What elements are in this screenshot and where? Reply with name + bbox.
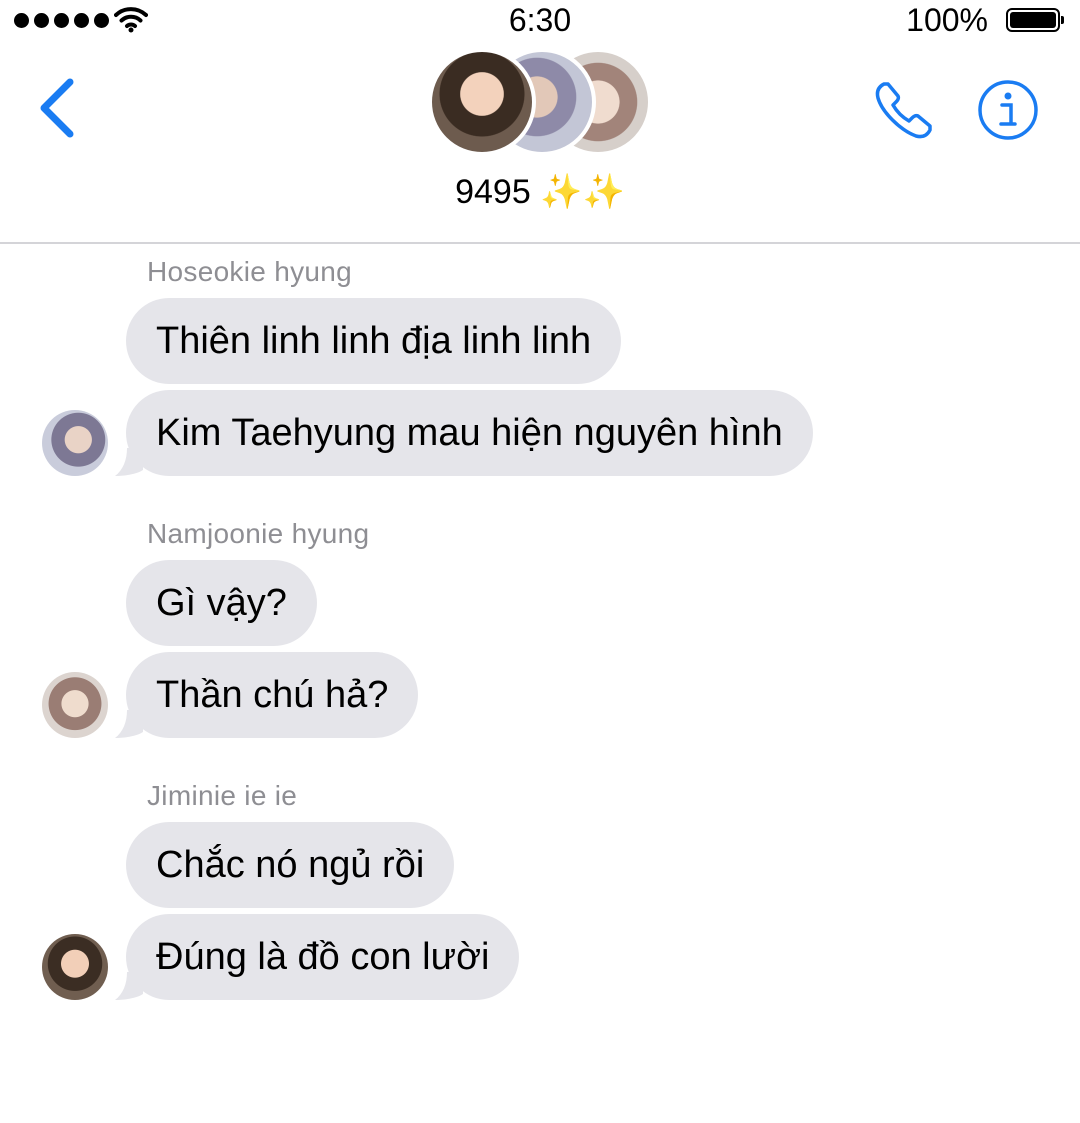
back-chevron-icon[interactable] <box>30 72 90 142</box>
bubble-tail-icon <box>115 448 143 476</box>
group-avatars[interactable] <box>428 44 658 162</box>
conversation-header: 9495 ✨✨ <box>0 44 1080 244</box>
avatar[interactable] <box>42 672 108 738</box>
sender-name: Namjoonie hyung <box>147 518 370 549</box>
status-bar: 6:30 100% <box>0 0 1080 44</box>
message-bubble[interactable]: Đúng là đồ con lười <box>126 914 520 1000</box>
group-avatar-1 <box>428 48 536 156</box>
sender-name: Jiminie ie ie <box>147 780 298 811</box>
message-bubble[interactable]: Kim Taehyung mau hiện nguyên hình <box>126 390 813 476</box>
info-icon[interactable] <box>976 78 1040 142</box>
avatar[interactable] <box>42 410 108 476</box>
avatar[interactable] <box>42 934 108 1000</box>
bubble-tail-icon <box>115 710 143 738</box>
bubble-tail-icon <box>115 972 143 1000</box>
sender-name: Hoseokie hyung <box>147 256 352 287</box>
battery-icon <box>1006 8 1064 32</box>
message-bubble[interactable]: Chắc nó ngủ rồi <box>126 822 455 908</box>
message-bubble[interactable]: Gì vậy? <box>126 560 317 646</box>
group-name[interactable]: 9495 ✨✨ <box>0 172 1080 212</box>
message-bubble[interactable]: Thần chú hả? <box>126 652 419 738</box>
battery-percent: 100% <box>906 2 988 38</box>
message-bubble[interactable]: Thiên linh linh địa linh linh <box>126 298 622 384</box>
phone-icon[interactable] <box>872 78 936 142</box>
